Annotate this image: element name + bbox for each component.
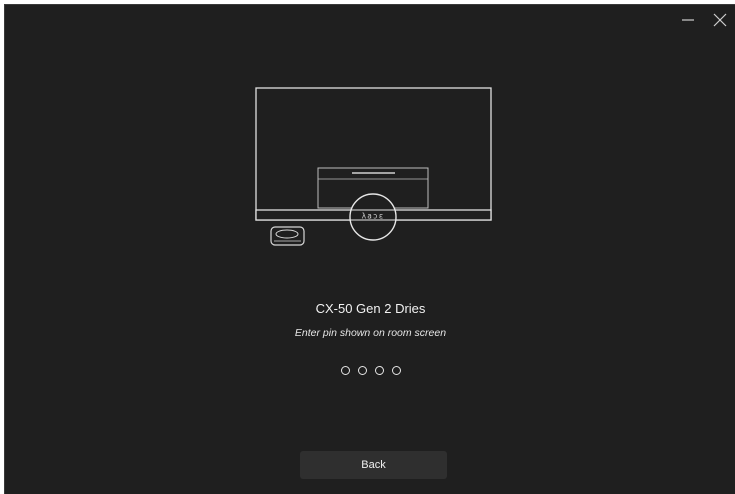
close-icon [713, 13, 727, 27]
close-button[interactable] [709, 9, 731, 31]
window-controls [677, 9, 731, 31]
pin-digit-indicator [357, 366, 367, 375]
back-button[interactable]: Back [300, 451, 447, 479]
pin-entry[interactable] [5, 366, 735, 375]
touch-controller-icon [270, 226, 305, 246]
pin-digit-indicator [374, 366, 384, 375]
room-screen-illustration: λаɔε [255, 87, 492, 246]
minimize-icon [682, 19, 694, 21]
pin-digit-indicator [340, 366, 350, 375]
pin-digit-indicator [391, 366, 401, 375]
pairing-window: λаɔε CX-50 Gen 2 Dries Enter pin shown o… [4, 4, 735, 494]
device-name: CX-50 Gen 2 Dries [315, 301, 426, 316]
pin-instruction: Enter pin shown on room screen [294, 327, 447, 339]
room-screen-code: λаɔε [362, 212, 385, 221]
minimize-button[interactable] [677, 9, 699, 31]
